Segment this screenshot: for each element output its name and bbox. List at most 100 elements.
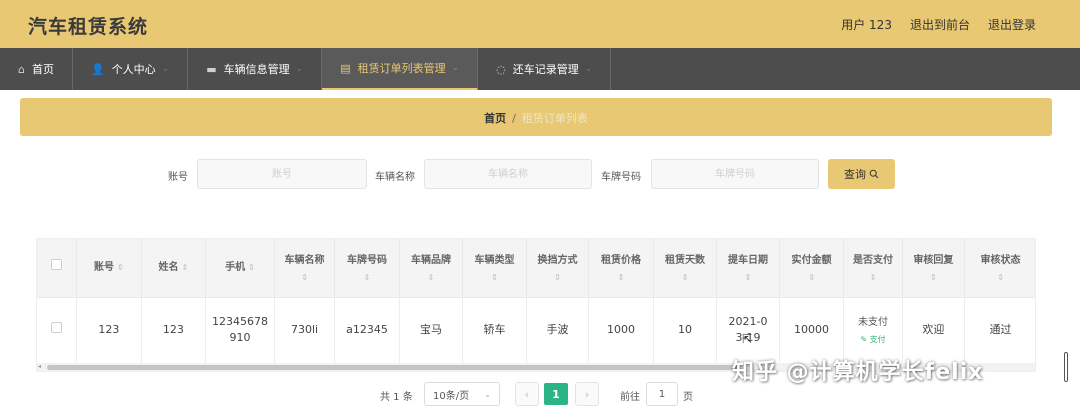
nav-item-personal-center[interactable]: 👤 个人中心 ⌄ <box>73 48 189 90</box>
nav-item-vehicle-info[interactable]: ▬ 车辆信息管理 ⌄ <box>188 48 323 90</box>
chevron-down-icon: ⌄ <box>451 63 460 73</box>
prev-page-button[interactable]: ‹ <box>515 382 539 406</box>
nav-item-label: 车辆信息管理 <box>223 63 290 76</box>
sort-icon: ⇕ <box>301 272 308 282</box>
column-header-paid-amount[interactable]: 实付金额 ⇕ <box>779 239 845 298</box>
mouse-cursor-icon: ⇱ <box>742 332 753 346</box>
search-button[interactable]: 查询 <box>828 159 895 189</box>
nav-item-label: 租赁订单列表管理 <box>357 62 446 75</box>
column-header-review-reply[interactable]: 审核回复 ⇕ <box>902 239 966 298</box>
column-header-review-status[interactable]: 审核状态 ⇕ <box>964 239 1035 298</box>
nav-item-label: 首页 <box>31 63 54 76</box>
search-button-label: 查询 <box>844 168 866 181</box>
record-icon: ◌ <box>496 62 506 76</box>
app-title: 汽车租赁系统 <box>28 16 149 38</box>
page-size-value: 10条/页 <box>433 390 470 402</box>
chevron-down-icon: ⌄ <box>295 64 304 74</box>
nav-item-label: 还车记录管理 <box>512 63 579 76</box>
car-icon: ▬ <box>206 62 217 76</box>
select-all-checkbox-cell <box>37 239 78 298</box>
user-label: 用户 123 <box>841 18 892 32</box>
scroll-left-arrow-icon[interactable]: ◂ <box>38 363 41 370</box>
pay-icon: ✎ <box>860 334 870 344</box>
car-name-input[interactable] <box>424 159 592 189</box>
account-label: 账号 <box>168 172 188 183</box>
column-header-plate[interactable]: 车牌号码 ⇕ <box>334 239 400 298</box>
top-header: 汽车租赁系统 用户 123 退出到前台 退出登录 <box>0 0 1080 48</box>
cell-car-name: 730li <box>274 297 336 363</box>
cell-type: 轿车 <box>462 297 527 363</box>
list-icon: ▤ <box>340 61 351 75</box>
cell-name: 123 <box>141 297 207 363</box>
cell-plate: a12345 <box>334 297 400 363</box>
account-input[interactable] <box>197 159 367 189</box>
breadcrumb-current: 租赁订单列表 <box>521 112 588 125</box>
column-header-type[interactable]: 车辆类型 ⇕ <box>462 239 527 298</box>
user-icon: 👤 <box>90 62 105 76</box>
column-header-price[interactable]: 租赁价格 ⇕ <box>588 239 654 298</box>
nav-item-home[interactable]: ⌂ 首页 <box>0 48 73 90</box>
watermark: 知乎 @计算机学长felix <box>732 360 984 385</box>
chevron-down-icon: ⌄ <box>584 64 593 74</box>
cell-account: 123 <box>76 297 142 363</box>
plate-label: 车牌号码 <box>601 172 641 183</box>
breadcrumb-separator: / <box>512 112 516 125</box>
nav-item-rental-orders[interactable]: ▤ 租赁订单列表管理 ⌄ <box>322 48 479 90</box>
nav-item-return-records[interactable]: ◌ 还车记录管理 ⌄ <box>478 48 612 90</box>
column-header-pay-status[interactable]: 是否支付 ⇕ <box>843 239 903 298</box>
pay-status-text: 未支付 <box>857 316 888 328</box>
breadcrumb: 首页 / 租赁订单列表 <box>20 110 1052 126</box>
sort-icon: ⇕ <box>617 272 625 282</box>
table-header-row: 账号 ⇕ 姓名 ⇕ 手机 ⇕ 车辆名称 ⇕ 车牌号码 ⇕ 车辆品牌 ⇕ 车辆类型 ⇕ 换挡方式… <box>37 239 1035 298</box>
column-header-gear[interactable]: 换挡方式 ⇕ <box>526 239 590 298</box>
back-to-front-link[interactable]: 退出到前台 <box>910 16 970 33</box>
column-header-car-name[interactable]: 车辆名称 ⇕ <box>274 239 336 298</box>
row-checkbox[interactable] <box>51 322 63 333</box>
cell-days: 10 <box>653 297 718 363</box>
cell-gear: 手波 <box>526 297 590 363</box>
sort-icon: ⇕ <box>363 272 371 282</box>
goto-label: 前往 <box>620 392 640 403</box>
next-page-button[interactable]: › <box>575 382 599 406</box>
page-number-current[interactable]: 1 <box>544 383 568 405</box>
edge-handle <box>1064 352 1068 382</box>
column-header-account[interactable]: 账号 ⇕ <box>76 239 142 298</box>
sort-icon: ⇕ <box>116 263 124 273</box>
chevron-down-icon: ⌄ <box>161 64 170 74</box>
sort-icon: ⇕ <box>491 272 498 282</box>
breadcrumb-home[interactable]: 首页 <box>484 112 506 125</box>
pagination-total: 共 1 条 <box>380 392 413 403</box>
orders-table: 账号 ⇕ 姓名 ⇕ 手机 ⇕ 车辆名称 ⇕ 车牌号码 ⇕ 车辆品牌 ⇕ 车辆类型 ⇕ 换挡方式… <box>36 238 1036 372</box>
nav-item-label: 个人中心 <box>111 63 156 76</box>
cell-phone: 12345678910 <box>205 297 275 363</box>
plate-input[interactable] <box>651 159 819 189</box>
breadcrumb-bar: 首页 / 租赁订单列表 <box>20 98 1052 136</box>
select-all-checkbox[interactable] <box>51 259 63 271</box>
main-nav: ⌂ 首页 👤 个人中心 ⌄ ▬ 车辆信息管理 ⌄ ▤ 租赁订单列表管理 ⌄ ◌ … <box>0 48 1080 90</box>
pay-button-label: 支付 <box>869 334 886 344</box>
scrollbar-thumb[interactable] <box>47 365 737 370</box>
column-header-phone[interactable]: 手机 ⇕ <box>205 239 275 298</box>
header-actions: 用户 123 退出到前台 退出登录 <box>841 16 1036 33</box>
goto-page-input[interactable]: 1 <box>646 382 678 406</box>
column-header-name[interactable]: 姓名 ⇕ <box>141 239 207 298</box>
column-header-brand[interactable]: 车辆品牌 ⇕ <box>399 239 464 298</box>
sort-icon: ⇕ <box>744 272 752 282</box>
page-size-select[interactable]: 10条/页 ⌄ <box>424 382 500 406</box>
page-unit-label: 页 <box>683 392 693 403</box>
pay-button[interactable]: ✎ 支付 <box>848 334 897 346</box>
cell-price: 1000 <box>588 297 654 363</box>
column-header-days[interactable]: 租赁天数 ⇕ <box>653 239 718 298</box>
column-header-pickup-date[interactable]: 提车日期 ⇕ <box>716 239 780 298</box>
chevron-down-icon: ⌄ <box>484 389 491 399</box>
search-form: 账号 车辆名称 车牌号码 查询 <box>0 159 1080 189</box>
car-name-label: 车辆名称 <box>375 172 415 183</box>
sort-icon: ⇕ <box>997 272 1004 282</box>
row-checkbox-cell <box>37 297 78 363</box>
sort-icon: ⇕ <box>427 272 435 282</box>
logout-link[interactable]: 退出登录 <box>988 16 1036 33</box>
sort-icon: ⇕ <box>181 263 189 273</box>
sort-icon: ⇕ <box>248 263 255 273</box>
sort-icon: ⇕ <box>808 272 815 282</box>
search-icon <box>869 169 879 179</box>
